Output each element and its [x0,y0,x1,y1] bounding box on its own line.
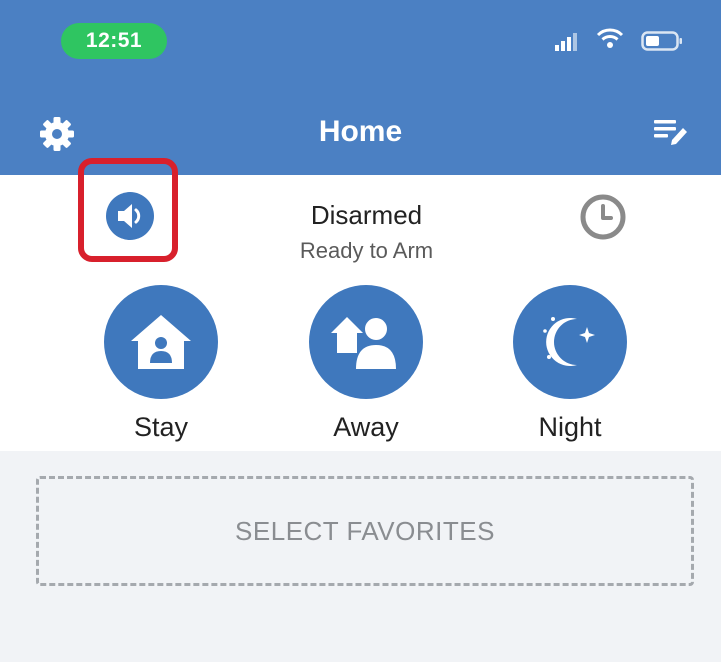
house-person-icon [131,315,191,369]
select-favorites-button[interactable]: SELECT FAVORITES [36,476,694,586]
stay-mode-button[interactable]: Stay [96,285,226,445]
stay-mode-label: Stay [133,412,189,442]
stay-mode-circle[interactable] [104,285,218,399]
page-title: Home [318,115,403,148]
signal-icon [555,33,577,51]
away-mode-button[interactable]: Away [301,285,431,445]
battery-icon [641,31,682,51]
status-time: 12:51 [61,23,167,59]
edit-list-icon[interactable] [650,115,690,145]
moon-stars-icon [543,317,595,366]
clock-icon[interactable] [578,192,628,242]
night-mode-label: Night [538,412,602,442]
away-mode-label: Away [333,412,399,442]
away-mode-circle[interactable] [309,285,423,399]
wifi-icon [596,28,624,48]
select-favorites-label: SELECT FAVORITES [235,515,495,546]
night-mode-circle[interactable] [513,285,627,399]
people-house-icon [331,316,396,369]
night-mode-button[interactable]: Night [505,285,635,445]
